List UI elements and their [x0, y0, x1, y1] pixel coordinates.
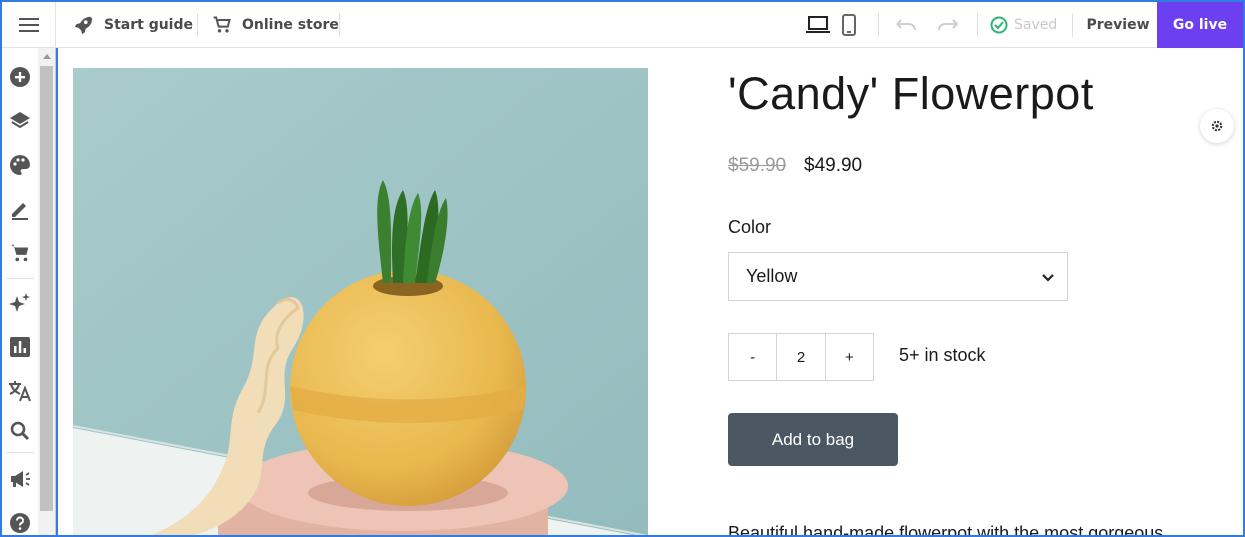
help-icon [10, 513, 30, 533]
sidebar-scrollbar[interactable] [38, 48, 56, 535]
add-icon [10, 67, 30, 87]
megaphone-icon [11, 471, 30, 487]
sidebar-item-layers[interactable] [7, 108, 33, 134]
saved-status: Saved [990, 2, 1057, 48]
preview-button[interactable]: Preview [1080, 2, 1156, 48]
sidebar-item-analytics[interactable] [7, 334, 33, 360]
top-toolbar: Start guide Online store Saved Preview G… [2, 2, 1243, 48]
sidebar-item-search[interactable] [7, 418, 33, 444]
redo-icon [938, 19, 958, 31]
add-to-bag-button[interactable]: Add to bag [728, 413, 898, 466]
flowerpot-photo [73, 68, 648, 535]
divider [339, 13, 340, 37]
color-select[interactable]: Yellow [728, 252, 1068, 301]
color-label: Color [728, 217, 772, 237]
gear-icon [1211, 120, 1223, 132]
online-store-label: Online store [242, 17, 339, 33]
sidebar-item-marketing[interactable] [7, 466, 33, 492]
sale-price: $49.90 [804, 155, 863, 176]
go-live-button[interactable]: Go live [1157, 2, 1243, 48]
sidebar-divider [6, 452, 34, 453]
undo-button[interactable] [890, 2, 922, 48]
increase-quantity-button[interactable]: + [826, 334, 873, 380]
check-circle-icon [990, 16, 1008, 34]
saved-label: Saved [1014, 17, 1058, 33]
layers-icon [10, 112, 30, 129]
quantity-stepper: - 2 + [728, 333, 874, 381]
undo-icon [896, 19, 916, 31]
scroll-up-arrow[interactable] [43, 54, 51, 59]
product-title: 'Candy' Flowerpot [728, 68, 1094, 119]
search-icon [10, 421, 30, 441]
desktop-view-button[interactable] [802, 2, 834, 48]
sidebar-item-edit[interactable] [7, 196, 33, 222]
divider [197, 13, 198, 37]
mobile-view-button[interactable] [835, 2, 863, 48]
color-select-value: Yellow [746, 266, 798, 286]
original-price: $59.90 [728, 155, 787, 176]
laptop-icon [806, 16, 830, 33]
product-image[interactable] [73, 68, 648, 535]
sidebar-item-ai[interactable] [7, 290, 33, 316]
sidebar-item-add[interactable] [7, 64, 33, 90]
sidebar-item-help[interactable] [7, 510, 33, 535]
cart-icon [10, 244, 29, 262]
quantity-input[interactable]: 2 [776, 334, 826, 380]
scroll-thumb[interactable] [40, 66, 53, 511]
menu-button[interactable] [2, 2, 56, 48]
decrease-quantity-button[interactable]: - [729, 334, 776, 380]
stock-status: 5+ in stock [899, 345, 986, 365]
translate-icon [9, 381, 31, 402]
canvas-border [56, 48, 58, 535]
redo-button[interactable] [932, 2, 964, 48]
left-sidebar [2, 48, 38, 535]
phone-icon [842, 14, 856, 36]
product-description: Beautiful hand-made flowerpot with the m… [728, 523, 1164, 537]
divider [1072, 13, 1073, 37]
divider [977, 13, 978, 37]
analytics-icon [10, 337, 30, 357]
section-settings-button[interactable] [1200, 109, 1234, 143]
sidebar-divider [6, 278, 34, 279]
editor-frame: Start guide Online store Saved Preview G… [0, 0, 1245, 537]
chevron-down-icon [1042, 274, 1054, 282]
edit-icon [12, 203, 28, 220]
start-guide-label: Start guide [104, 17, 193, 33]
divider [878, 13, 879, 37]
sidebar-item-store[interactable] [7, 240, 33, 266]
palette-icon [10, 155, 30, 175]
rocket-icon [74, 16, 93, 35]
sidebar-item-design[interactable] [7, 152, 33, 178]
hamburger-icon [18, 18, 39, 32]
sidebar-item-translate[interactable] [7, 378, 33, 404]
sparkle-icon [9, 293, 30, 312]
cart-icon [213, 16, 231, 33]
start-guide-button[interactable]: Start guide [72, 2, 193, 48]
online-store-button[interactable]: Online store [212, 2, 339, 48]
